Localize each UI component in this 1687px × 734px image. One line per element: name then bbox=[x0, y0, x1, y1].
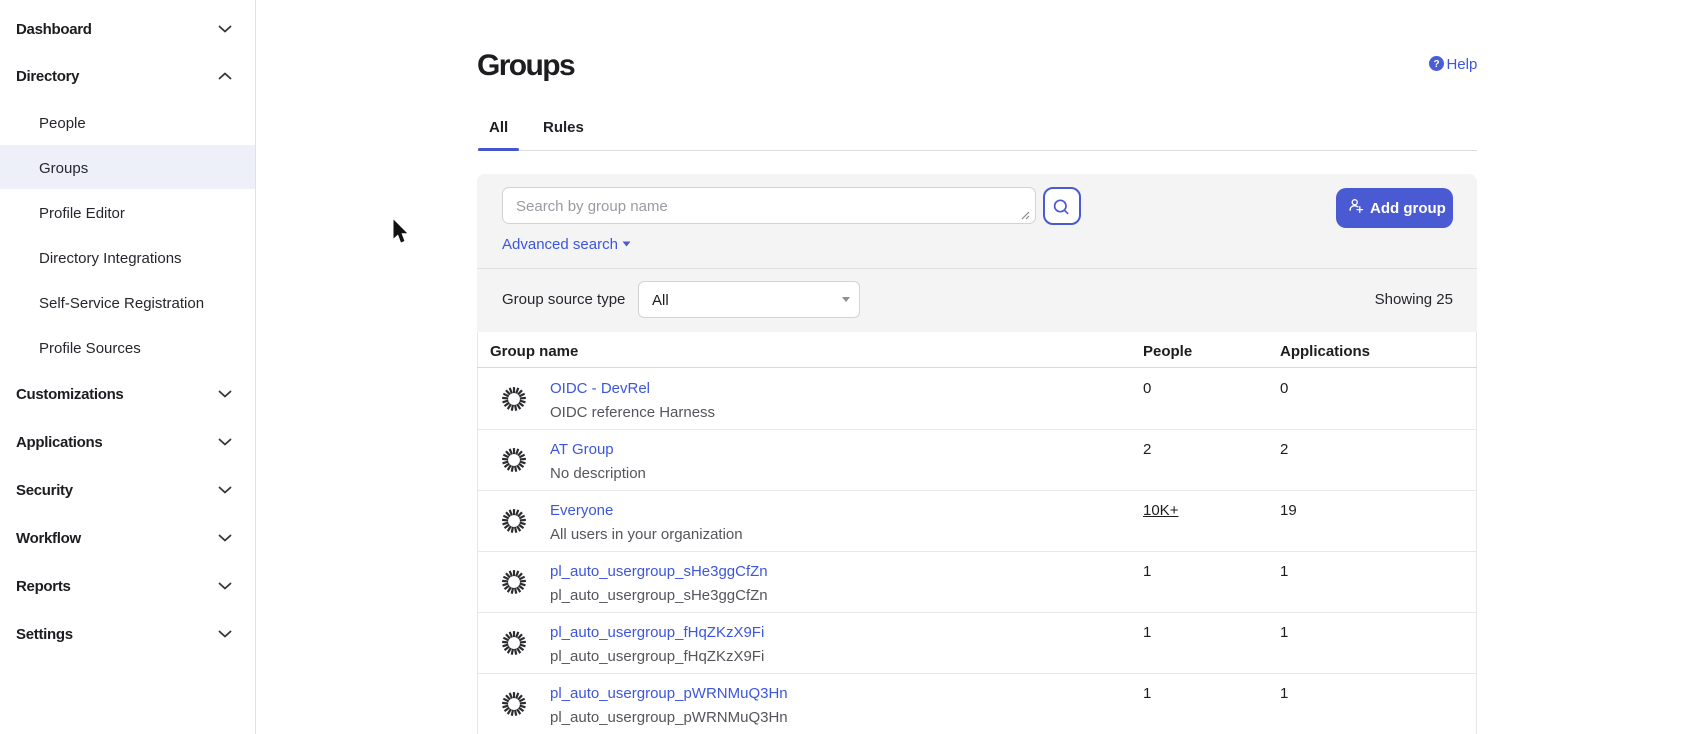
svg-text:?: ? bbox=[1433, 59, 1439, 70]
